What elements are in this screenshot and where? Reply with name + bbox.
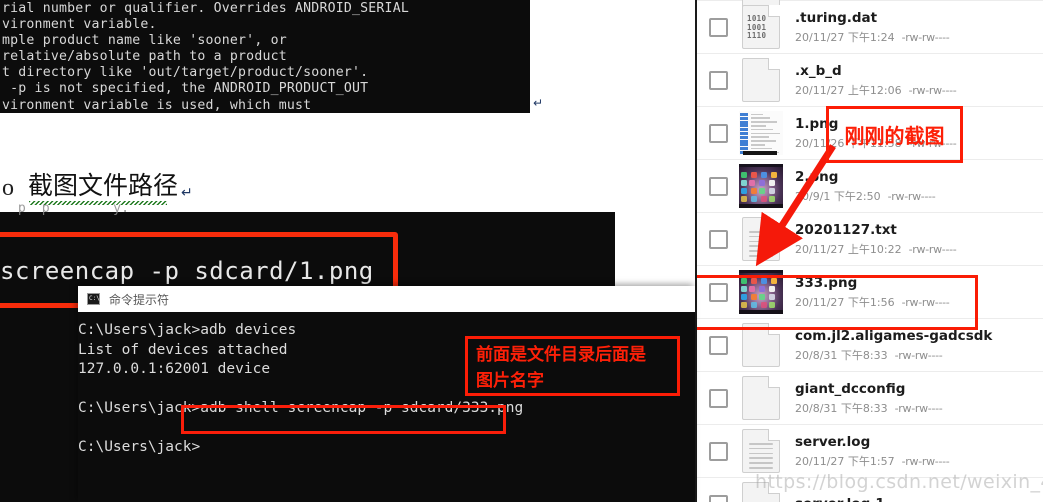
file-date: 20/9/1 下午2:50 <box>795 190 881 203</box>
help-line: t directory like 'out/target/product/soo… <box>2 65 369 81</box>
row-checkbox[interactable] <box>709 176 728 196</box>
document-icon <box>739 58 783 102</box>
file-date: 20/11/27 上午12:06 <box>795 84 902 97</box>
list-item[interactable]: com.jl2.aligames-gadcsdk 20/8/31 下午8:33-… <box>697 319 1043 372</box>
file-name: com.jl2.aligames-gadcsdk <box>795 328 993 344</box>
terminal-ghost-line: p p y. <box>2 201 130 216</box>
text-document-icon <box>739 429 783 473</box>
list-item[interactable]: 20201127.txt 20/11/27 上午10:22 -rw-rw---- <box>697 213 1043 266</box>
cmd-icon-glyph: C:\ <box>89 295 100 302</box>
help-line: rial number or qualifier. Overrides ANDR… <box>2 1 409 16</box>
adb-help-terminal-output: rial number or qualifier. Overrides ANDR… <box>0 0 530 113</box>
file-perm: -rw-rw---- <box>894 402 943 415</box>
cmd-title-bar[interactable]: C:\ 命令提示符 <box>78 286 695 313</box>
row-checkbox[interactable] <box>709 229 728 249</box>
binary-file-icon: 1010 1001 1110 <box>739 5 783 49</box>
file-meta: 2.png 20/9/1 下午2:50 -rw-rw---- <box>795 169 936 203</box>
list-item[interactable]: .x_b_d 20/11/27 上午12:06 -rw-rw---- <box>697 54 1043 107</box>
file-meta: com.jl2.aligames-gadcsdk 20/8/31 下午8:33-… <box>795 328 992 362</box>
paragraph-mark: ↵ <box>181 186 193 201</box>
cmd-prompt-icon: C:\ <box>87 293 100 305</box>
watermark-text: https://blog.csdn.net/weixin_43098805 <box>755 471 1043 493</box>
row-checkbox[interactable] <box>709 17 728 37</box>
file-date: 20/11/27 上午10:22 <box>795 243 902 256</box>
file-meta: server.log 20/11/27 下午1:57 -rw-rw---- <box>795 434 950 468</box>
file-meta: 333.png 20/11/27 下午1:56 -rw-rw---- <box>795 275 950 309</box>
bullet-marker: o <box>2 175 14 201</box>
file-name: 20201127.txt <box>795 222 897 238</box>
file-meta: 20201127.txt 20/11/27 上午10:22 -rw-rw---- <box>795 222 957 256</box>
file-perm: -rw-rw---- <box>901 455 950 468</box>
file-manager-list[interactable]: 20/11/27 上午12:06 -rw-rw---- 1010 1001 111… <box>695 0 1043 502</box>
annotation-note-line-2: 图片名字 <box>476 371 544 391</box>
row-checkbox[interactable] <box>709 335 728 355</box>
file-name: server.log.1 <box>795 496 885 502</box>
file-date: 20/11/27 下午1:24 <box>795 31 895 44</box>
row-checkbox[interactable] <box>709 70 728 90</box>
file-name: server.log <box>795 434 871 450</box>
row-checkbox[interactable] <box>709 388 728 408</box>
file-name: .x_b_d <box>795 63 842 79</box>
binary-icon-line: 1110 <box>747 31 767 41</box>
heading-screenshot-file-path: o 截图文件路径 ↵ <box>0 166 193 205</box>
android-home-thumbnail <box>739 270 783 314</box>
file-info: 20/8/31 下午8:33 -rw-rw---- <box>795 402 943 415</box>
console-line: C:\Users\jack> <box>78 439 201 455</box>
file-name: 333.png <box>795 275 858 291</box>
file-info: 20/11/27 下午1:24 -rw-rw---- <box>795 31 950 44</box>
file-meta: giant_dcconfig 20/8/31 下午8:33 -rw-rw---- <box>795 381 943 415</box>
file-info: 20/11/27 下午1:57 -rw-rw---- <box>795 455 950 468</box>
file-info: 20/11/27 下午1:56 -rw-rw---- <box>795 296 950 309</box>
file-perm: -rw-rw---- <box>908 243 957 256</box>
file-meta: .turing.dat 20/11/27 下午1:24 -rw-rw---- <box>795 10 950 44</box>
help-line: relative/absolute path to a product <box>2 49 287 65</box>
row-checkbox[interactable] <box>709 123 728 143</box>
help-line: -p is not specified, the ANDROID_PRODUCT… <box>2 81 369 97</box>
file-name: giant_dcconfig <box>795 381 906 397</box>
help-line: vironment variable. <box>2 17 157 33</box>
file-perm: -rw-rw---- <box>887 190 936 203</box>
file-info: 20/11/27 上午10:22 -rw-rw---- <box>795 243 957 256</box>
file-perm: -rw-rw---- <box>908 84 957 97</box>
file-date: 20/8/31 下午8:33 <box>795 402 888 415</box>
annotation-note-latest-screenshot: 刚刚的截图 <box>826 106 963 163</box>
file-name: .turing.dat <box>795 10 878 26</box>
file-info: 20/11/27 上午12:06 -rw-rw---- <box>795 84 957 97</box>
heading-label: 截图文件路径 <box>28 171 179 200</box>
list-item-333-png[interactable]: 333.png 20/11/27 下午1:56 -rw-rw---- <box>697 266 1043 319</box>
heading-text: 截图文件路径 <box>28 166 179 205</box>
file-perm: -rw-rw---- <box>901 296 950 309</box>
file-name: 2.png <box>795 169 839 185</box>
file-perm: -rw-rw---- <box>894 349 943 362</box>
paragraph-mark: ↵ <box>533 96 544 110</box>
annotation-highlight-screencap-333 <box>181 405 506 434</box>
android-home-thumbnail <box>739 164 783 208</box>
list-item[interactable]: giant_dcconfig 20/8/31 下午8:33 -rw-rw---- <box>697 372 1043 425</box>
file-info: 20/8/31 下午8:33 -rw-rw---- <box>795 349 992 362</box>
document-icon <box>739 323 783 367</box>
annotation-note-line-1: 前面是文件目录后面是 <box>476 345 646 365</box>
list-screenshot-thumbnail <box>739 111 783 155</box>
file-date: 20/8/31 下午8:33 <box>795 349 888 362</box>
file-meta: server.log.1 <box>795 496 885 502</box>
file-date: 20/11/27 下午1:56 <box>795 296 895 309</box>
help-line: mple product name like 'sooner', or <box>2 33 287 49</box>
text-document-icon <box>739 217 783 261</box>
list-item[interactable]: 1010 1001 1110 .turing.dat 20/11/27 下午1:… <box>697 1 1043 54</box>
row-checkbox[interactable] <box>709 494 728 502</box>
file-info: 20/9/1 下午2:50 -rw-rw---- <box>795 190 936 203</box>
help-line: vironment variable is used, which must <box>2 97 312 113</box>
document-icon <box>739 376 783 420</box>
row-checkbox[interactable] <box>709 282 728 302</box>
row-checkbox[interactable] <box>709 441 728 461</box>
list-item[interactable]: 2.png 20/9/1 下午2:50 -rw-rw---- <box>697 160 1043 213</box>
file-meta: .x_b_d 20/11/27 上午12:06 -rw-rw---- <box>795 63 957 97</box>
file-date: 20/11/27 下午1:57 <box>795 455 895 468</box>
cmd-window-title: 命令提示符 <box>109 292 170 307</box>
annotation-note-path-explanation: 前面是文件目录后面是 图片名字 <box>465 336 680 396</box>
file-perm: -rw-rw---- <box>901 31 950 44</box>
